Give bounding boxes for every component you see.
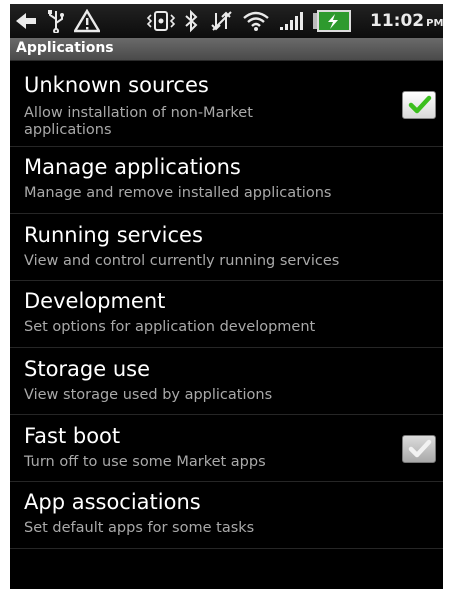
setting-subtitle: Turn off to use some Market apps xyxy=(24,454,266,470)
bluetooth-icon xyxy=(185,9,198,33)
status-bar: 11:02 PM xyxy=(10,4,443,38)
clock-time: 11:02 xyxy=(370,11,425,31)
setting-app-associations[interactable]: App associations Set default apps for so… xyxy=(10,482,443,549)
setting-fast-boot[interactable]: Fast boot Turn off to use some Market ap… xyxy=(10,415,443,482)
back-arrow-icon xyxy=(16,13,36,29)
setting-development[interactable]: Development Set options for application … xyxy=(10,281,443,348)
clock-ampm: PM xyxy=(426,18,443,29)
unknown-sources-checkbox[interactable] xyxy=(402,91,436,119)
setting-title: Fast boot xyxy=(24,424,121,448)
setting-subtitle: View storage used by applications xyxy=(24,387,273,403)
signal-icon xyxy=(280,12,303,30)
setting-running-services[interactable]: Running services View and control curren… xyxy=(10,214,443,281)
title-bar: Applications xyxy=(10,38,443,61)
page-title: Applications xyxy=(16,40,114,56)
battery-charging-icon xyxy=(313,10,351,32)
phone-screen: 11:02 PM Applications Unknown sources All… xyxy=(10,4,443,589)
setting-title: Manage applications xyxy=(24,155,241,179)
checkmark-icon xyxy=(408,95,432,114)
vibrate-icon xyxy=(146,11,176,31)
setting-title: App associations xyxy=(24,490,201,514)
setting-subtitle: Allow installation of non-Market applica… xyxy=(24,105,253,138)
warning-icon xyxy=(74,9,100,33)
no-data-icon xyxy=(211,11,232,31)
setting-subtitle: Manage and remove installed applications xyxy=(24,185,332,201)
setting-title: Running services xyxy=(24,223,203,247)
checkmark-icon xyxy=(408,439,432,458)
fast-boot-checkbox[interactable] xyxy=(402,435,436,463)
setting-subtitle: View and control currently running servi… xyxy=(24,253,340,269)
setting-subtitle: Set default apps for some tasks xyxy=(24,520,255,536)
setting-unknown-sources[interactable]: Unknown sources Allow installation of no… xyxy=(10,61,443,147)
clock: 11:02 PM xyxy=(370,11,443,31)
setting-title: Development xyxy=(24,289,166,313)
setting-storage-use[interactable]: Storage use View storage used by applica… xyxy=(10,348,443,415)
setting-manage-applications[interactable]: Manage applications Manage and remove in… xyxy=(10,147,443,214)
setting-title: Storage use xyxy=(24,357,151,381)
wifi-icon xyxy=(243,11,269,31)
usb-icon xyxy=(48,10,64,33)
setting-title: Unknown sources xyxy=(24,73,209,97)
setting-subtitle: Set options for application development xyxy=(24,319,316,335)
